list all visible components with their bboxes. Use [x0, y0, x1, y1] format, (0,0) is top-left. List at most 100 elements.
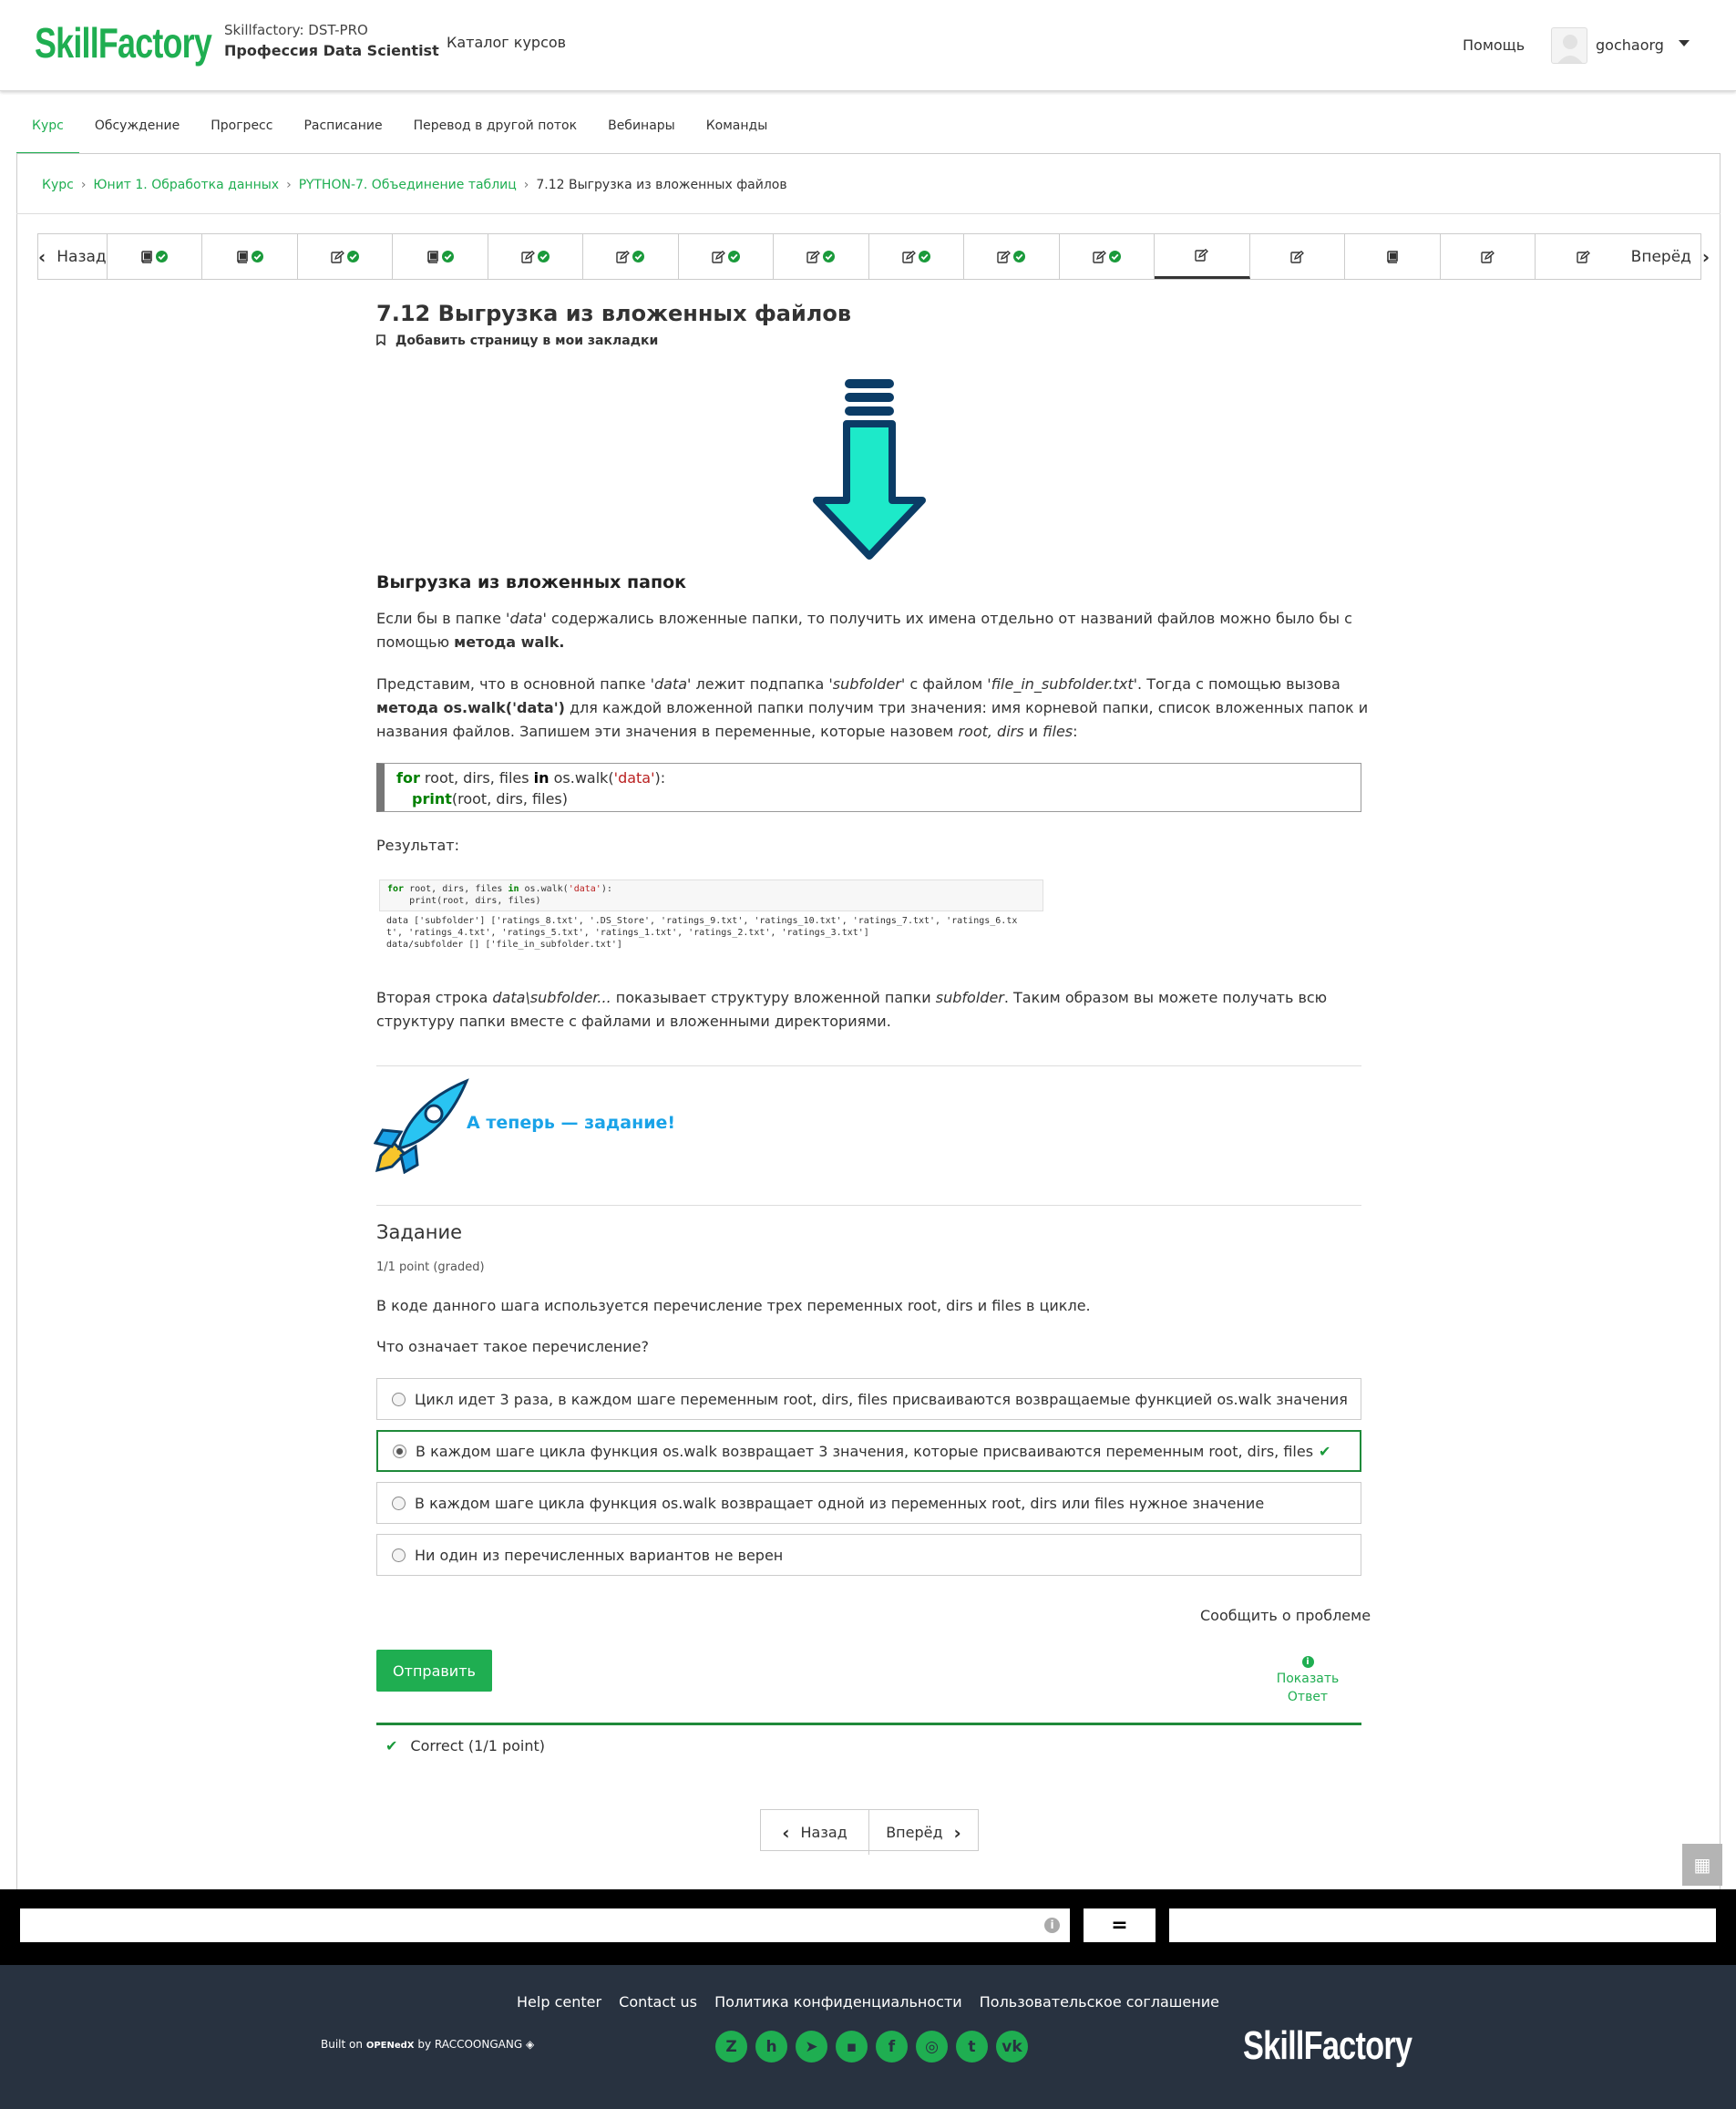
- chevron-right-icon: ›: [1701, 245, 1710, 268]
- tab-progress[interactable]: Прогресс: [195, 108, 288, 155]
- footer-link-help[interactable]: Help center: [517, 1993, 601, 2011]
- tab-transfer[interactable]: Перевод в другой поток: [398, 108, 593, 155]
- facebook-icon[interactable]: f: [876, 2031, 908, 2063]
- radio-button[interactable]: [392, 1548, 406, 1562]
- divider: [376, 1065, 1361, 1066]
- completed-check-icon: [439, 251, 454, 262]
- book-icon: [236, 250, 249, 263]
- calculator-icon[interactable]: ▦: [1682, 1844, 1722, 1886]
- skillfactory-logo[interactable]: SkillFactory: [1243, 2023, 1412, 2069]
- chat-icon[interactable]: ▪: [836, 2031, 868, 2063]
- sequence-tab-8[interactable]: [774, 234, 869, 279]
- habr-icon[interactable]: h: [755, 2031, 787, 2063]
- edit-icon: [712, 250, 725, 263]
- answer-option[interactable]: В каждом шаге цикла функция os.walk возв…: [376, 1482, 1361, 1524]
- problem-title: Задание: [376, 1221, 463, 1243]
- breadcrumb-unit[interactable]: Юнит 1. Обработка данных: [93, 178, 279, 192]
- sequence-tab-11[interactable]: [1060, 234, 1156, 279]
- breadcrumb-course[interactable]: Курс: [42, 178, 74, 192]
- task-banner: А теперь — задание!: [467, 1113, 676, 1133]
- tab-webinars[interactable]: Вебинары: [592, 108, 691, 155]
- book-icon: [1386, 250, 1399, 263]
- footer-link-privacy[interactable]: Политика конфиденциальности: [714, 1993, 962, 2011]
- course-name: Профессия Data Scientist: [224, 42, 439, 59]
- book-icon: [426, 250, 439, 263]
- breadcrumb-section[interactable]: PYTHON-7. Объединение таблиц: [299, 178, 517, 192]
- completed-check-icon: [153, 251, 169, 262]
- completed-check-icon: [725, 251, 740, 262]
- bookmark-label: Добавить страницу в мои закладки: [395, 334, 659, 348]
- tab-discussion[interactable]: Обсуждение: [79, 108, 195, 155]
- telegram-icon[interactable]: ➤: [796, 2031, 827, 2063]
- prev-label: Назад: [56, 247, 107, 266]
- completed-check-icon: [344, 251, 359, 262]
- sequence-tab-16[interactable]: [1536, 234, 1631, 279]
- tab-teams[interactable]: Команды: [691, 108, 784, 155]
- tab-course[interactable]: Курс: [16, 108, 79, 155]
- info-icon[interactable]: i: [1044, 1918, 1060, 1933]
- tab-schedule[interactable]: Расписание: [288, 108, 397, 155]
- sequence-tab-10[interactable]: [964, 234, 1060, 279]
- answer-option[interactable]: Ни один из перечисленных вариантов не ве…: [376, 1534, 1361, 1576]
- report-problem-link[interactable]: Сообщить о проблеме: [1200, 1607, 1371, 1624]
- chevron-down-icon[interactable]: [1679, 40, 1690, 46]
- zen-icon[interactable]: Z: [715, 2031, 747, 2063]
- calculate-button[interactable]: =: [1084, 1908, 1156, 1942]
- calculator-input[interactable]: [20, 1908, 1070, 1942]
- option-label: Цикл идет 3 раза, в каждом шаге переменн…: [415, 1390, 1348, 1408]
- completed-check-icon: [820, 251, 836, 262]
- sequence-next-button[interactable]: Вперёд ›: [1631, 234, 1710, 279]
- sequence-tab-13[interactable]: [1250, 234, 1346, 279]
- skillfactory-logo[interactable]: SkillFactory: [35, 18, 212, 67]
- sequence-tab-3[interactable]: [298, 234, 394, 279]
- social-links: Z h ➤ ▪ f ◎ t vk: [715, 2031, 1028, 2063]
- sequence-tab-1[interactable]: [108, 234, 203, 279]
- answer-option[interactable]: Цикл идет 3 раза, в каждом шаге переменн…: [376, 1378, 1361, 1420]
- sequence-tab-5[interactable]: [488, 234, 584, 279]
- twitter-icon[interactable]: t: [956, 2031, 988, 2063]
- code-line: print(root, dirs, files): [412, 790, 568, 808]
- notebook-output: data ['subfolder'] ['ratings_8.txt', '.D…: [386, 916, 1018, 950]
- bottom-prev-button[interactable]: ‹ Назад: [761, 1810, 869, 1855]
- avatar[interactable]: [1551, 27, 1587, 64]
- sequence-tab-2[interactable]: [202, 234, 298, 279]
- bookmark-button[interactable]: Добавить страницу в мои закладки: [376, 334, 658, 348]
- radio-button[interactable]: [393, 1444, 406, 1458]
- problem-points: 1/1 point (graded): [376, 1260, 485, 1274]
- catalog-link[interactable]: Каталог курсов: [447, 34, 566, 51]
- bottom-next-button[interactable]: Вперёд ›: [869, 1810, 978, 1855]
- footer-link-terms[interactable]: Пользовательское соглашение: [980, 1993, 1219, 2011]
- sequence-tab-7[interactable]: [679, 234, 775, 279]
- sequence-tab-14[interactable]: [1345, 234, 1441, 279]
- instagram-icon[interactable]: ◎: [916, 2031, 948, 2063]
- edit-icon: [1195, 249, 1209, 262]
- question-text: В коде данного шага используется перечис…: [376, 1297, 1091, 1314]
- breadcrumb: Курс › Юнит 1. Обработка данных › PYTHON-7. …: [42, 178, 787, 192]
- sequence-tab-9[interactable]: [869, 234, 965, 279]
- username[interactable]: gochaorg: [1596, 36, 1664, 54]
- radio-button[interactable]: [392, 1496, 406, 1510]
- completed-check-icon: [916, 251, 930, 262]
- sequence-tab-6[interactable]: [583, 234, 679, 279]
- sequence-prev-button[interactable]: ‹ Назад: [38, 234, 108, 279]
- answer-option[interactable]: В каждом шаге цикла функция os.walk возв…: [376, 1430, 1361, 1472]
- built-on-openedx[interactable]: Built on OPENedX by RACCOONGANG ◈: [321, 2038, 534, 2051]
- submit-button[interactable]: Отправить: [376, 1650, 492, 1692]
- option-label: В каждом шаге цикла функция os.walk возв…: [415, 1494, 1265, 1512]
- breadcrumb-separator: ›: [80, 178, 87, 192]
- calculator-output: [1169, 1908, 1716, 1942]
- radio-button[interactable]: [392, 1392, 406, 1406]
- bookmark-icon: [376, 334, 395, 348]
- show-answer-button[interactable]: i Показать Ответ: [1271, 1651, 1344, 1706]
- sequence-tab-4[interactable]: [393, 234, 488, 279]
- question-text: Что означает такое перечисление?: [376, 1338, 649, 1355]
- help-link[interactable]: Помощь: [1463, 36, 1525, 54]
- footer-link-contact[interactable]: Contact us: [619, 1993, 697, 2011]
- vk-icon[interactable]: vk: [996, 2031, 1028, 2063]
- sequence-tab-15[interactable]: [1441, 234, 1536, 279]
- sequence-nav: ‹ Назад Вперёд ›: [37, 233, 1710, 280]
- sequence-tab-12[interactable]: [1155, 234, 1250, 279]
- edit-icon: [997, 250, 1012, 263]
- openedx-logo: OPENedX: [365, 2041, 415, 2051]
- problem-status: ✔ Correct (1/1 point): [385, 1737, 546, 1754]
